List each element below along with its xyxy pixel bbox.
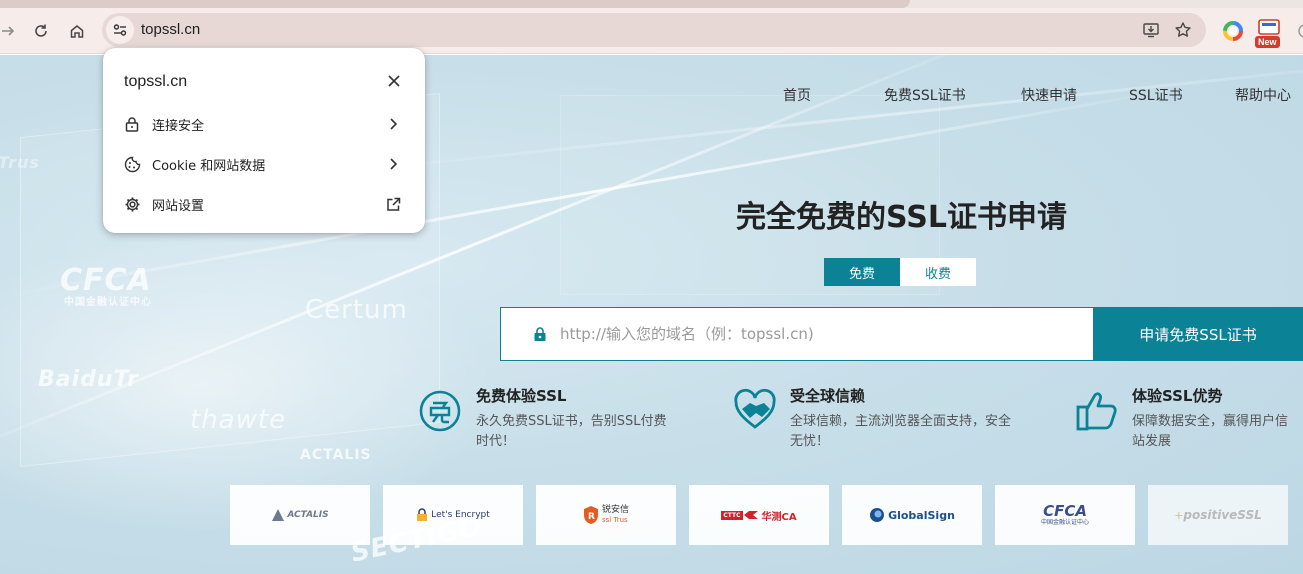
bg-logo-baidutrust: BaiduTr: [38, 367, 140, 392]
ssltrus-logo-icon: R: [583, 506, 598, 524]
bg-logo-cfca-sub: 中国金融认证中心: [64, 297, 152, 308]
reload-button[interactable]: [27, 17, 55, 45]
ca-logo-row: ACTALIS Let's Encrypt R 锐安信 ssl Trus CTT…: [230, 485, 1303, 545]
ca-logo-text: CFCA: [1043, 501, 1087, 520]
nav-item-ssl-certs[interactable]: SSL证书: [1129, 85, 1183, 105]
tab-free[interactable]: 免费: [824, 258, 900, 286]
ca-logo-text: 锐安信: [601, 505, 629, 515]
ca-logo-text-group: 锐安信 ssl Trus: [602, 505, 629, 525]
feature-trusted: 受全球信赖 全球信赖，主流浏览器全面支持，安全 无忧！: [733, 385, 1053, 455]
ca-logo-subtext: ssl Trus: [601, 516, 628, 524]
bg-logo-certum: Certum: [305, 295, 408, 325]
ca-logo-subtext: 中国金融认证中心: [1040, 518, 1089, 526]
thumbs-up-icon: [1076, 392, 1117, 431]
tune-icon: [113, 24, 127, 36]
popup-item-label: Cookie 和网站数据: [152, 159, 266, 174]
actalis-logo-icon: [272, 509, 285, 521]
feature-desc-line: 时代！: [476, 434, 516, 449]
feature-desc-line: 保障数据安全，赢得用户信: [1132, 414, 1289, 429]
site-info-button[interactable]: [106, 16, 134, 44]
feature-free: 免费体验SSL 永久免费SSL证书，告别SSL付费 时代！: [418, 385, 708, 455]
feature-desc: 保障数据安全，赢得用户信 站发展: [1132, 412, 1303, 452]
chevron-right-icon: [384, 115, 402, 133]
feature-title: 受全球信赖: [790, 387, 866, 405]
bg-logo-trus: Trus: [0, 153, 40, 172]
nav-item-quick-apply[interactable]: 快速申请: [1021, 85, 1077, 105]
external-link-icon: [384, 195, 402, 213]
feature-desc-line: 站发展: [1132, 434, 1172, 449]
extensions-icon[interactable]: [1295, 20, 1303, 42]
globalsign-logo-icon: [870, 508, 885, 522]
tab-paid[interactable]: 收费: [900, 258, 976, 286]
ca-logo-text: GlobalSign: [888, 508, 955, 522]
ca-logo-text: Let's Encrypt: [431, 510, 490, 520]
gear-icon: [123, 195, 141, 213]
nav-item-free-ssl[interactable]: 免费SSL证书: [884, 85, 966, 105]
reload-icon: [35, 24, 47, 37]
feature-desc-line: 全球信赖，主流浏览器全面支持，安全: [790, 414, 1012, 429]
popup-item-cookies[interactable]: Cookie 和网站数据: [103, 144, 425, 184]
domain-search: 申请免费SSL证书: [500, 307, 1303, 361]
nav-item-help-center[interactable]: 帮助中心: [1235, 85, 1291, 105]
star-icon: [1175, 22, 1191, 37]
popup-item-label: 连接安全: [152, 119, 205, 134]
url-text[interactable]: topssl.cn: [141, 21, 200, 38]
feature-desc-line: 永久免费SSL证书，告别SSL付费: [476, 414, 667, 429]
ca-logo-text: ACTALIS: [287, 510, 329, 520]
ca-logo-card[interactable]: ACTALIS: [230, 485, 370, 545]
tab-strip: [0, 0, 1303, 8]
handshake-heart-icon: [734, 388, 776, 429]
arrow-right-icon: [2, 26, 15, 36]
install-app-button[interactable]: [1141, 20, 1161, 40]
address-bar[interactable]: topssl.cn: [102, 13, 1206, 47]
ca-logo-card[interactable]: R 锐安信 ssl Trus: [536, 485, 676, 545]
svg-text:R: R: [588, 512, 595, 522]
feature-desc: 全球信赖，主流浏览器全面支持，安全 无忧！: [790, 412, 1050, 452]
ca-logo-card[interactable]: Let's Encrypt: [383, 485, 523, 545]
site-info-popup: topssl.cn 连接安全 Cookie 和网站数据 网站设置: [103, 48, 425, 233]
lock-icon: [534, 327, 546, 341]
home-button[interactable]: [63, 17, 91, 45]
popup-close-button[interactable]: [383, 70, 405, 92]
feature-advantage: 体验SSL优势 保障数据安全，赢得用户信 站发展: [1075, 385, 1303, 455]
chevron-right-icon: [384, 155, 402, 173]
hero-title: 完全免费的SSL证书申请: [736, 200, 1067, 235]
nav-item-home[interactable]: 首页: [783, 85, 811, 105]
lock-icon: [123, 115, 141, 133]
feature-title: 体验SSL优势: [1132, 387, 1223, 405]
popup-item-site-settings[interactable]: 网站设置: [103, 184, 425, 224]
bg-logo-thawte: thawte: [190, 405, 287, 435]
domain-input[interactable]: [560, 325, 1080, 343]
letsencrypt-logo-icon: [417, 508, 428, 521]
feature-title: 免费体验SSL: [476, 387, 567, 405]
bg-logo-actalis: ACTALIS: [300, 447, 372, 463]
feature-desc: 永久免费SSL证书，告别SSL付费 时代！: [476, 412, 708, 452]
ca-logo-text: positiveSSL: [1183, 508, 1262, 522]
bookmark-button[interactable]: [1173, 20, 1193, 40]
ca-logo-card[interactable]: CFCA 中国金融认证中心: [995, 485, 1135, 545]
new-badge: New: [1255, 36, 1280, 48]
home-icon: [70, 25, 84, 38]
close-icon: [388, 75, 400, 87]
forward-button[interactable]: [0, 17, 22, 45]
ca-logo-card[interactable]: GlobalSign: [842, 485, 982, 545]
ca-logo-text: 华测CA: [761, 511, 797, 523]
ca-logo-prefix: CTTC: [721, 510, 743, 520]
apply-free-ssl-button[interactable]: 申请免费SSL证书: [1093, 307, 1303, 361]
pricing-tabs: 免费 收费: [824, 258, 976, 286]
ca-logo-card[interactable]: + positiveSSL: [1148, 485, 1288, 545]
ca-logo-card[interactable]: CTTC 华测CA: [689, 485, 829, 545]
install-app-icon: [1143, 23, 1159, 38]
cttc-logo-icon: [743, 511, 758, 519]
popup-item-connection-security[interactable]: 连接安全: [103, 104, 425, 144]
domain-field-wrapper: [500, 307, 1093, 361]
free-badge-icon: [419, 390, 461, 432]
cookie-icon: [123, 155, 141, 173]
feature-desc-line: 无忧！: [790, 434, 830, 449]
active-tab-edge: [0, 0, 910, 8]
color-wheel-extension-icon[interactable]: [1222, 20, 1244, 42]
popup-item-label: 网站设置: [152, 199, 205, 214]
popup-title: topssl.cn: [124, 73, 188, 90]
